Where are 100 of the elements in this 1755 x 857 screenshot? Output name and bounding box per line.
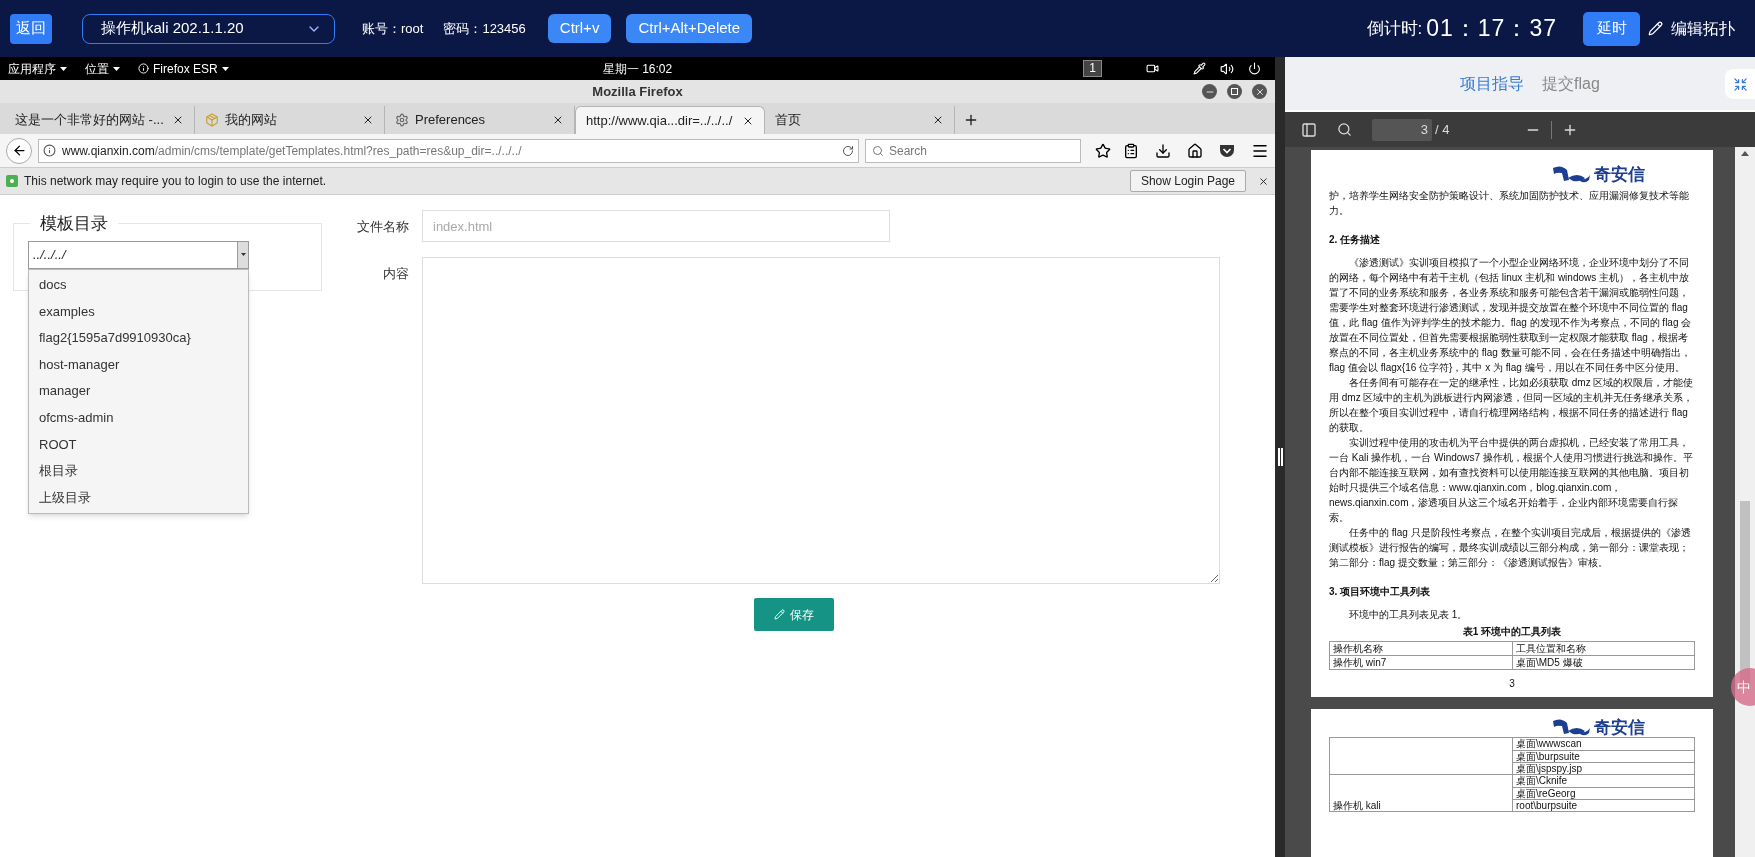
new-tab-icon[interactable] bbox=[963, 112, 979, 128]
dropdown-option[interactable]: docs bbox=[29, 271, 248, 299]
dropdown-option[interactable]: ROOT bbox=[29, 431, 248, 458]
scroll-up-icon bbox=[1741, 151, 1749, 156]
window-title: Mozilla Firefox bbox=[592, 82, 683, 101]
scrollbar[interactable] bbox=[1735, 147, 1755, 857]
caret-icon bbox=[113, 66, 120, 71]
pipette-icon[interactable] bbox=[1193, 62, 1206, 75]
document-table-cell-text: 桌面\Cknife bbox=[1515, 775, 1569, 787]
page-number: 3 bbox=[1508, 677, 1516, 691]
caret-icon bbox=[60, 66, 67, 71]
guide-tab[interactable]: 项目指导 bbox=[1460, 71, 1525, 96]
close-tab-icon[interactable] bbox=[172, 114, 184, 126]
minimize-button[interactable] bbox=[1202, 84, 1217, 99]
panel-menu[interactable]: 应用程序 bbox=[8, 59, 67, 78]
document-table-cell: 桌面\MD5 爆破 bbox=[1512, 656, 1694, 669]
key-combo-button[interactable]: Ctrl+Alt+Delete bbox=[626, 14, 753, 43]
dropdown-option[interactable]: 根目录 bbox=[29, 457, 248, 485]
download-icon[interactable] bbox=[1155, 142, 1171, 159]
password-text: 密码：123456 bbox=[443, 19, 526, 38]
pocket-icon[interactable] bbox=[1219, 143, 1235, 158]
caret-icon bbox=[221, 66, 229, 71]
browser-tab[interactable]: http://www.qia...dir=../../../ bbox=[575, 106, 765, 134]
panel-legend: 模板目录 bbox=[30, 211, 118, 237]
document-paragraph: 《渗透测试》实训项目模拟了一个小型企业网络环境，企业环境中划分了不同的网络，每个网络中有若干主机（包括 linux 主机和 windows 主机），各主机中放置了不同的业务系统和服务，各业务系统和服务可能包含若干漏洞或脆弱性问题，需要学生对整套环境进行渗透测试，发现并提交放置在整个环境中不同位置的 flag 值，此 flag 值作为评判学生的技术能力。flag 的发现不作为考察点，不同的 flag 会放置在不同位置处，但首先需要根据脆弱性获取到一定权限才能获取 flag，根据考察点的不同，各主机业务系统中的 flag 数量可能不同，会在任务描述中明确指出，flag 值会以 flagx{16 位字符}，其中 x 为 flag 编号，用以在不同任务中区分使用。 bbox=[1329, 256, 1693, 375]
power-icon[interactable] bbox=[1248, 62, 1261, 75]
document-table-cell: 操作机 kali bbox=[1333, 800, 1381, 811]
document-paragraph: 实训过程中使用的攻击机为平台中提供的两台虚拟机，已经安装了常用工具，一台 Kali 操作机，一台 Windows7 操作机，根据个人使用习惯进行挑选和操作。平台内部不能连接互联网，如有查找资料可以使用能连接互联网的其他电脑。项目初始时只提供三个域名信息：www.qianxin.com，blog.qianxin.com，news.qianxin.com，渗透项目从这三个域名开始着手，企业内部环境需要自行探索。 bbox=[1329, 436, 1694, 525]
package-icon bbox=[205, 113, 219, 127]
extend-button[interactable]: 延时 bbox=[1583, 11, 1640, 46]
caret-icon bbox=[240, 253, 246, 256]
sidebar-toggle-icon[interactable] bbox=[1301, 121, 1317, 138]
panel-menu[interactable]: 位置 bbox=[85, 59, 120, 78]
network-icon bbox=[6, 175, 18, 187]
dropdown-option[interactable]: ofcms-admin bbox=[29, 404, 248, 432]
collapse-button[interactable] bbox=[1725, 69, 1755, 99]
close-icon[interactable] bbox=[1258, 175, 1269, 187]
document-table-cell-text: 操作机名称 bbox=[1332, 642, 1384, 655]
search-icon[interactable] bbox=[1337, 122, 1352, 137]
field-label: 内容 bbox=[382, 265, 410, 283]
directory-select[interactable]: ../../../ bbox=[28, 240, 249, 269]
notification-message: This network may require you to login to use the internet. bbox=[24, 173, 327, 190]
document-heading: 3. 项目环境中工具列表 bbox=[1329, 585, 1432, 599]
split-handle[interactable] bbox=[1275, 57, 1285, 857]
company-logo: 奇安信 bbox=[1551, 717, 1645, 737]
close-tab-icon[interactable] bbox=[552, 114, 564, 126]
document-table-cell: 桌面\reGeorg bbox=[1513, 787, 1694, 799]
square-icon bbox=[1231, 88, 1238, 95]
show-login-button[interactable]: Show Login Page bbox=[1129, 170, 1246, 192]
machine-select[interactable]: 操作机kali 202.1.1.20 bbox=[82, 13, 335, 44]
close-button[interactable] bbox=[1252, 84, 1267, 99]
pencil-icon bbox=[1648, 21, 1663, 36]
home-icon[interactable] bbox=[1187, 142, 1203, 159]
pencil-icon bbox=[774, 609, 785, 620]
panel-menu[interactable]: Firefox ESR bbox=[138, 59, 229, 78]
table-caption: 表1 环境中的工具列表 bbox=[1461, 625, 1563, 639]
save-button[interactable]: 保存 bbox=[754, 598, 834, 631]
dropdown-option[interactable]: host-manager bbox=[29, 351, 248, 378]
gear-icon bbox=[395, 113, 409, 127]
dropdown-option[interactable]: flag2{1595a7d9910930ca} bbox=[29, 324, 248, 352]
search-field[interactable]: Search bbox=[865, 138, 1081, 163]
maximize-button[interactable] bbox=[1227, 84, 1242, 99]
file-name-input[interactable]: index.html bbox=[422, 210, 890, 242]
page-total: / 4 bbox=[1435, 120, 1450, 139]
video-icon[interactable] bbox=[1146, 62, 1159, 75]
volume-icon[interactable] bbox=[1220, 61, 1234, 76]
countdown-label: 倒计时: bbox=[1366, 17, 1423, 40]
document-table-cell: root\burpsuite bbox=[1513, 799, 1694, 811]
close-tab-icon[interactable] bbox=[932, 114, 944, 126]
workspace-indicator[interactable]: 1 bbox=[1083, 60, 1102, 77]
page-number-field[interactable]: 3 bbox=[1372, 118, 1432, 141]
account-text: 账号：root bbox=[362, 19, 424, 38]
field-label: 文件名称 bbox=[356, 218, 410, 236]
bookmark-star-icon[interactable] bbox=[1095, 142, 1111, 159]
shrink-icon bbox=[1732, 76, 1748, 92]
reload-icon[interactable] bbox=[842, 144, 854, 157]
panel-clock: 星期一 16:02 bbox=[602, 60, 673, 78]
search-icon bbox=[872, 144, 884, 157]
company-logo: 奇安信 bbox=[1551, 164, 1645, 184]
document-table-cell-text: 操作机 win7 bbox=[1332, 656, 1388, 669]
back-button[interactable]: 返回 bbox=[10, 13, 52, 44]
countdown-timer: 01：17：37 bbox=[1426, 14, 1557, 44]
dropdown-option[interactable]: examples bbox=[29, 298, 248, 325]
document-table-cell: 桌面\jspspy.jsp bbox=[1513, 762, 1694, 774]
url-field[interactable]: www.qianxin.com/admin/cms/template/getTemplates.html?res_path=res&up_dir=../../../ bbox=[38, 138, 859, 163]
reading-list-icon[interactable] bbox=[1123, 142, 1139, 159]
edit-topology-link[interactable]: 编辑拓扑 bbox=[1671, 16, 1735, 41]
document-table-cell-text: 桌面\wwwscan bbox=[1515, 738, 1583, 750]
dropdown-option[interactable]: manager bbox=[29, 377, 248, 405]
back-button[interactable] bbox=[6, 137, 32, 164]
document-paragraph: 环境中的工具列表见表 1。 bbox=[1348, 608, 1469, 622]
document-paragraph: 护，培养学生网络安全防护策略设计、系统加固防护技术、应用漏洞修复技术等能力。 bbox=[1329, 189, 1690, 218]
key-combo-button[interactable]: Ctrl+v bbox=[547, 14, 612, 43]
info-icon[interactable] bbox=[43, 144, 56, 157]
document-heading: 2. 任务描述 bbox=[1329, 233, 1382, 247]
document-table-cell: 桌面\burpsuite bbox=[1513, 750, 1694, 762]
dropdown-option[interactable]: 上级目录 bbox=[29, 484, 248, 511]
document-paragraph: 任务中的 flag 只是阶段性考察点，在整个实训项目完成后，根据提供的《渗透测试模板》进行报告的编写，最终实训成绩以三部分构成，第一部分：课堂表现；第二部分：flag 提交数量；第三部分：《渗透测试报告》审核。 bbox=[1329, 526, 1692, 570]
document-table-cell: 工具位置和名称 bbox=[1512, 642, 1694, 655]
close-tab-icon[interactable] bbox=[362, 114, 374, 126]
